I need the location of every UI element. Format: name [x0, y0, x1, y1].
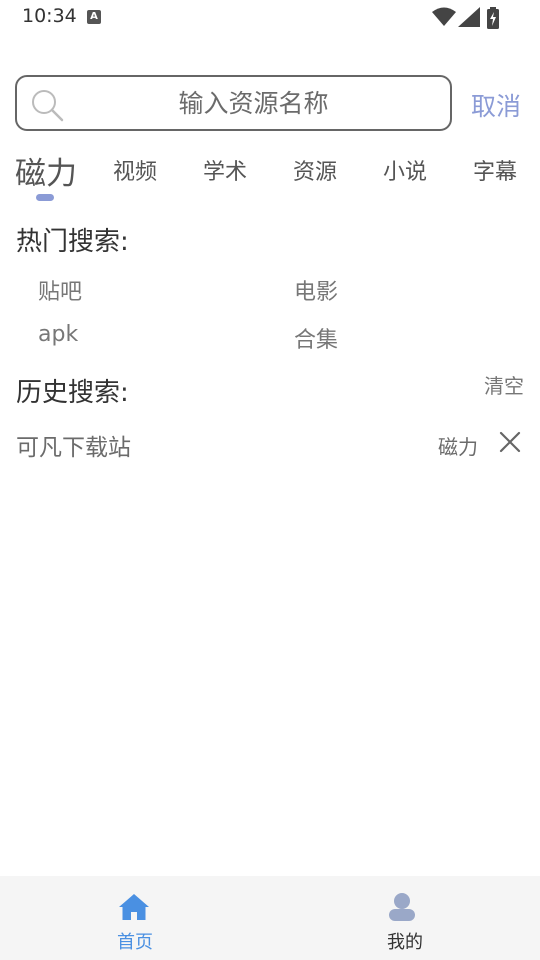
history-item-text[interactable]: 可凡下载站 [16, 428, 131, 462]
status-time: 10:34 [22, 5, 77, 27]
home-icon [119, 894, 149, 920]
status-bar: 10:34 A [0, 0, 540, 34]
signal-icon [458, 7, 480, 27]
hot-search-item[interactable]: 合集 [294, 322, 338, 354]
close-icon[interactable] [498, 430, 522, 454]
hot-search-item[interactable]: 电影 [294, 274, 338, 306]
tab-academic[interactable]: 学术 [203, 154, 247, 186]
notification-icon: A [87, 10, 101, 24]
tab-video[interactable]: 视频 [113, 154, 157, 186]
hot-search-item[interactable]: apk [38, 322, 78, 347]
tab-magnet[interactable]: 磁力 [15, 148, 77, 193]
user-icon [389, 893, 415, 921]
search-box[interactable] [15, 75, 452, 131]
history-search-title: 历史搜索: [16, 378, 129, 408]
nav-profile[interactable]: 我的 [270, 876, 540, 960]
tab-novel[interactable]: 小说 [383, 154, 427, 186]
battery-charging-icon [487, 7, 499, 29]
category-tabs: 磁力 视频 学术 资源 小说 字幕 [0, 148, 540, 208]
tab-subtitle[interactable]: 字幕 [473, 154, 517, 186]
active-tab-indicator [36, 194, 54, 201]
cancel-button[interactable]: 取消 [471, 87, 521, 123]
search-icon [32, 90, 64, 122]
tab-resource[interactable]: 资源 [293, 154, 337, 186]
nav-home[interactable]: 首页 [0, 876, 270, 960]
clear-history-button[interactable]: 清空 [484, 370, 524, 399]
history-item-type: 磁力 [438, 435, 478, 459]
history-item[interactable]: 可凡下载站 磁力 [0, 424, 540, 464]
wifi-icon [432, 7, 456, 26]
bottom-nav: 首页 我的 [0, 876, 540, 960]
hot-search-title: 热门搜索: [16, 227, 129, 257]
nav-home-label: 首页 [117, 932, 153, 953]
nav-profile-label: 我的 [387, 932, 423, 953]
hot-search-item[interactable]: 贴吧 [38, 274, 82, 306]
search-input[interactable] [77, 77, 430, 129]
screen: 10:34 A 取消 磁力 视频 学术 资源 小说 [0, 0, 540, 960]
